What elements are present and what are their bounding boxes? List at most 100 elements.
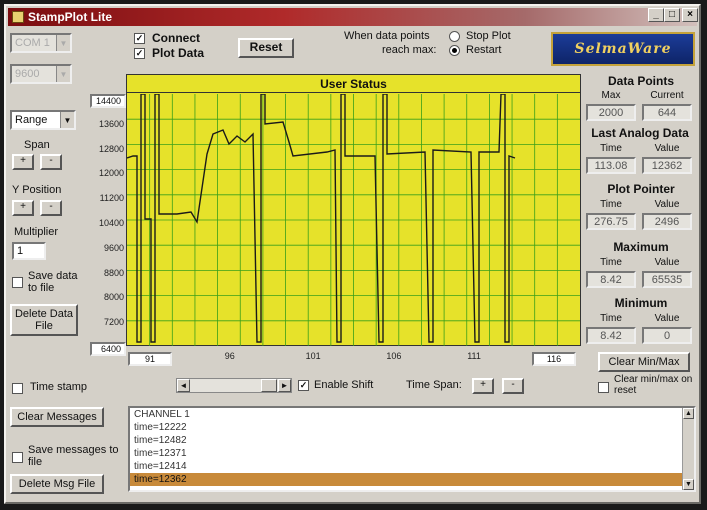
restart-radio[interactable] bbox=[449, 45, 460, 56]
connect-label: Connect bbox=[152, 31, 200, 45]
plot-data-label: Plot Data bbox=[152, 46, 205, 60]
minimum-title: Minimum bbox=[614, 296, 668, 310]
x-tick-label: 111 bbox=[467, 351, 481, 361]
plot-pointer-value-input[interactable]: 2496 bbox=[642, 213, 692, 230]
message-line[interactable]: time=12362 bbox=[130, 473, 694, 486]
maximum-title: Maximum bbox=[613, 240, 669, 254]
y-tick-label: 11200 bbox=[99, 193, 124, 204]
window-title: StampPlot Lite bbox=[28, 10, 113, 24]
x-end-input[interactable]: 116 bbox=[532, 352, 576, 366]
message-line[interactable]: time=12222 bbox=[130, 421, 694, 434]
clear-messages-button[interactable]: Clear Messages bbox=[10, 407, 104, 427]
last-analog-title: Last Analog Data bbox=[591, 126, 689, 140]
time-span-plus-button[interactable]: + bbox=[472, 378, 494, 394]
delete-data-file-button[interactable]: Delete Data File bbox=[10, 304, 78, 336]
x-start-input[interactable]: 91 bbox=[128, 352, 172, 366]
maximum-time-input[interactable]: 8.42 bbox=[586, 271, 636, 288]
last-analog-time-input[interactable]: 113.08 bbox=[586, 157, 636, 174]
y-tick-label: 13600 bbox=[98, 118, 124, 129]
message-line[interactable]: CHANNEL 1 bbox=[130, 408, 694, 421]
y-tick-label: 12000 bbox=[98, 168, 124, 179]
scroll-thumb[interactable] bbox=[261, 379, 277, 392]
close-button[interactable]: × bbox=[682, 8, 698, 22]
last-analog-value-input[interactable]: 12362 bbox=[642, 157, 692, 174]
ypos-plus-button[interactable]: + bbox=[12, 200, 34, 216]
minimize-button[interactable]: _ bbox=[648, 8, 664, 22]
restart-label: Restart bbox=[466, 44, 502, 56]
data-points-current-label: Current bbox=[650, 90, 684, 101]
data-points-current-input[interactable]: 644 bbox=[642, 104, 692, 121]
clear-min-max-button[interactable]: Clear Min/Max bbox=[598, 352, 690, 372]
max-action-label-line1: When data points bbox=[344, 30, 430, 42]
scroll-down-icon[interactable]: ▼ bbox=[683, 479, 694, 490]
ypos-minus-button[interactable]: - bbox=[40, 200, 62, 216]
y-tick-label: 10400 bbox=[98, 218, 124, 228]
x-tick-label: 96 bbox=[224, 351, 235, 361]
delete-msg-file-button[interactable]: Delete Msg File bbox=[10, 474, 104, 494]
minimum-time-input[interactable]: 8.42 bbox=[586, 327, 636, 344]
y-min-input[interactable]: 6400 bbox=[90, 342, 126, 356]
com-port-select[interactable]: COM 1 ▼ bbox=[10, 33, 72, 53]
plot-pointer-time-label: Time bbox=[600, 199, 622, 210]
span-label: Span bbox=[24, 139, 50, 151]
span-plus-button[interactable]: + bbox=[12, 154, 34, 170]
y-max-input[interactable]: 14400 bbox=[90, 94, 126, 108]
scroll-up-icon[interactable]: ▲ bbox=[683, 408, 694, 419]
message-list[interactable]: CHANNEL 1 time=12222 time=12482 time=12371 t… bbox=[128, 406, 696, 492]
multiplier-label: Multiplier bbox=[14, 226, 59, 238]
plot-data-checkbox[interactable]: ✓ bbox=[134, 48, 145, 59]
data-points-max-input[interactable]: 2000 bbox=[586, 104, 636, 121]
enable-shift-checkbox[interactable]: ✓ bbox=[298, 380, 309, 391]
maximum-time-label: Time bbox=[600, 257, 622, 268]
y-tick-label: 8000 bbox=[103, 292, 124, 303]
last-analog-value-label: Value bbox=[654, 143, 680, 154]
save-messages-checkbox[interactable] bbox=[12, 452, 23, 463]
message-line[interactable]: time=12371 bbox=[130, 447, 694, 460]
stop-plot-radio[interactable] bbox=[449, 31, 460, 42]
mode-value: Range bbox=[15, 114, 48, 126]
y-tick-label: 8800 bbox=[103, 267, 124, 278]
plot-area[interactable]: User Status bbox=[126, 74, 581, 346]
save-data-checkbox[interactable] bbox=[12, 277, 23, 288]
time-span-label: Time Span: bbox=[406, 379, 462, 391]
save-data-label: Save data to file bbox=[28, 270, 78, 294]
app-window: StampPlot Lite _ □ × COM 1 ▼ 9600 ▼ ✓ Co… bbox=[4, 4, 701, 504]
enable-shift-label: Enable Shift bbox=[314, 379, 374, 391]
y-position-label: Y Position bbox=[12, 184, 62, 196]
signal-trace bbox=[127, 94, 516, 343]
y-tick-label: 12800 bbox=[98, 143, 124, 154]
connect-checkbox[interactable]: ✓ bbox=[134, 33, 145, 44]
message-line[interactable]: time=12482 bbox=[130, 434, 694, 447]
span-minus-button[interactable]: - bbox=[40, 154, 62, 170]
time-scrollbar[interactable]: ◄ ► bbox=[176, 378, 292, 393]
scroll-right-icon[interactable]: ► bbox=[278, 379, 291, 392]
clear-on-reset-checkbox[interactable] bbox=[598, 382, 609, 393]
maximize-button[interactable]: □ bbox=[664, 8, 680, 22]
reset-button[interactable]: Reset bbox=[238, 38, 294, 58]
time-span-minus-button[interactable]: - bbox=[502, 378, 524, 394]
scroll-left-icon[interactable]: ◄ bbox=[177, 379, 190, 392]
app-icon bbox=[12, 11, 24, 23]
maximum-value-input[interactable]: 65535 bbox=[642, 271, 692, 288]
plot-canvas bbox=[127, 94, 580, 346]
message-scrollbar[interactable]: ▲ ▼ bbox=[682, 408, 694, 490]
plot-pointer-time-input[interactable]: 276.75 bbox=[586, 213, 636, 230]
maximum-value-label: Value bbox=[654, 257, 680, 268]
stop-plot-label: Stop Plot bbox=[466, 30, 511, 42]
minimum-value-input[interactable]: 0 bbox=[642, 327, 692, 344]
multiplier-input[interactable]: 1 bbox=[12, 242, 46, 260]
mode-select[interactable]: Range ▼ bbox=[10, 110, 76, 130]
plot-pointer-title: Plot Pointer bbox=[607, 182, 675, 196]
message-lines: CHANNEL 1 time=12222 time=12482 time=12371 t… bbox=[130, 408, 694, 486]
x-tick-label: 101 bbox=[305, 351, 321, 361]
chevron-down-icon[interactable]: ▼ bbox=[56, 66, 70, 82]
time-stamp-checkbox[interactable] bbox=[12, 383, 23, 394]
com-port-value: COM 1 bbox=[15, 37, 50, 49]
baud-rate-select[interactable]: 9600 ▼ bbox=[10, 64, 72, 84]
chevron-down-icon[interactable]: ▼ bbox=[56, 35, 70, 51]
message-line[interactable]: time=12414 bbox=[130, 460, 694, 473]
y-tick-label: 7200 bbox=[103, 317, 124, 328]
save-messages-label: Save messages to file bbox=[28, 444, 119, 468]
data-points-title: Data Points bbox=[607, 74, 674, 88]
chevron-down-icon[interactable]: ▼ bbox=[60, 112, 74, 128]
